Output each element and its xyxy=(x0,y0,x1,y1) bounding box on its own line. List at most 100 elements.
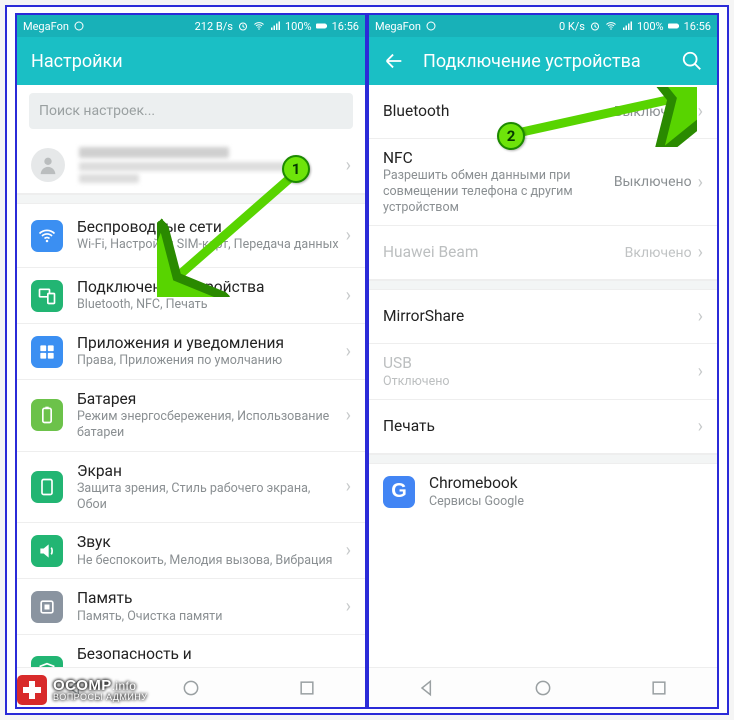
row-title: Экран xyxy=(77,462,342,481)
nav-recent-icon[interactable] xyxy=(649,678,669,698)
status-bar-right: MegaFon 0 K/s 100% 16:56 xyxy=(369,15,717,37)
chevron-right-icon: › xyxy=(346,155,351,176)
nav-home-icon[interactable] xyxy=(533,678,553,698)
row-title: USB xyxy=(383,354,694,373)
row-subtitle: Отключено xyxy=(383,374,694,390)
status-bar-left: MegaFon 212 B/s 100% 16:56 xyxy=(17,15,365,37)
chevron-right-icon: › xyxy=(698,416,703,437)
carrier-ring-icon xyxy=(73,20,85,32)
clock: 16:56 xyxy=(684,20,711,33)
nav-back-icon[interactable] xyxy=(417,678,437,698)
row-bluetooth[interactable]: Bluetooth Выключено › xyxy=(369,85,717,139)
settings-row-display[interactable]: Экран Защита зрения, Стиль рабочего экра… xyxy=(17,452,365,524)
account-sub-blurred-2 xyxy=(79,174,139,183)
data-speed: 0 K/s xyxy=(559,20,585,33)
nav-recent-icon[interactable] xyxy=(297,678,317,698)
appbar-right: Подключение устройства xyxy=(369,37,717,85)
chevron-right-icon: › xyxy=(698,306,703,327)
battery-pct: 100% xyxy=(285,20,312,33)
account-row[interactable]: › xyxy=(17,137,365,194)
settings-list: › Беспроводные сети Wi-Fi, Настройки SIM… xyxy=(17,137,365,709)
navbar-right xyxy=(369,667,717,707)
device-connection-icon xyxy=(31,280,63,312)
apps-icon xyxy=(31,336,63,368)
chevron-right-icon: › xyxy=(346,225,351,246)
wifi-icon xyxy=(605,20,617,32)
page-title: Настройки xyxy=(31,51,351,72)
chevron-right-icon: › xyxy=(698,101,703,122)
alarm-icon xyxy=(237,20,249,32)
row-huawei-beam: Huawei Beam Включено › xyxy=(369,226,717,280)
row-nfc[interactable]: NFC Разрешить обмен данными при совмещен… xyxy=(369,139,717,226)
appbar-left: Настройки xyxy=(17,37,365,85)
row-title: Chromebook xyxy=(429,474,703,493)
chevron-right-icon: › xyxy=(698,172,703,193)
wifi-icon xyxy=(31,220,63,252)
row-value: Включено xyxy=(625,245,692,261)
row-subtitle: Режим энергосбережения, Использование ба… xyxy=(77,409,342,440)
chevron-right-icon: › xyxy=(346,540,351,561)
row-print[interactable]: Печать › xyxy=(369,400,717,454)
data-speed: 212 B/s xyxy=(195,20,233,33)
watermark: OCOMP.info ВОПРОСЫ АДМИНУ xyxy=(17,675,148,705)
device-connection-list: Bluetooth Выключено › NFC Разрешить обме… xyxy=(369,85,717,519)
row-subtitle: Разрешить обмен данными при совмещении т… xyxy=(383,168,614,215)
row-title: Беспроводные сети xyxy=(77,218,342,237)
battery-icon xyxy=(31,399,63,431)
battery-icon xyxy=(668,20,680,32)
chromebook-icon: G xyxy=(383,476,415,508)
signal-icon xyxy=(269,20,281,32)
annotation-badge-1: 1 xyxy=(282,155,310,183)
row-title: Звук xyxy=(77,533,342,552)
battery-pct: 100% xyxy=(637,20,664,33)
watermark-domain: .info xyxy=(112,679,137,693)
row-title: Huawei Beam xyxy=(383,243,625,262)
clock: 16:56 xyxy=(332,20,359,33)
carrier-ring-icon xyxy=(425,20,437,32)
wifi-icon xyxy=(253,20,265,32)
nav-home-icon[interactable] xyxy=(181,678,201,698)
row-subtitle: Защита зрения, Стиль рабочего экрана, Об… xyxy=(77,481,342,512)
search-input[interactable]: Поиск настроек... xyxy=(29,93,353,129)
row-value: Выключено xyxy=(614,104,692,120)
settings-row-sound[interactable]: Звук Не беспокоить, Мелодия вызова, Вибр… xyxy=(17,523,365,579)
row-title: NFC xyxy=(383,149,614,168)
chevron-right-icon: › xyxy=(698,361,703,382)
account-sub-blurred xyxy=(79,162,289,171)
chevron-right-icon: › xyxy=(346,341,351,362)
row-mirrorshare[interactable]: MirrorShare › xyxy=(369,290,717,344)
chevron-right-icon: › xyxy=(346,596,351,617)
settings-row-apps[interactable]: Приложения и уведомления Права, Приложен… xyxy=(17,324,365,380)
search-placeholder: Поиск настроек... xyxy=(39,103,155,119)
row-subtitle: Bluetooth, NFC, Печать xyxy=(77,297,342,313)
settings-row-wireless[interactable]: Беспроводные сети Wi-Fi, Настройки SIM-к… xyxy=(17,204,365,268)
annotation-badge-2: 2 xyxy=(497,122,525,150)
account-email-blurred xyxy=(79,147,229,158)
row-subtitle: Не беспокоить, Мелодия вызова, Вибрация xyxy=(77,553,342,569)
back-arrow-icon[interactable] xyxy=(383,50,405,72)
row-subtitle: Права, Приложения по умолчанию xyxy=(77,353,342,369)
page-container: MegaFon 212 B/s 100% 16:56 Настройки Пои… xyxy=(5,5,729,715)
row-title: Подключение устройства xyxy=(77,278,342,297)
row-title: Bluetooth xyxy=(383,102,614,121)
search-icon[interactable] xyxy=(681,50,703,72)
watermark-subtitle: ВОПРОСЫ АДМИНУ xyxy=(53,693,148,702)
row-subtitle: Сервисы Google xyxy=(429,494,703,510)
right-phone: MegaFon 0 K/s 100% 16:56 Подключение уст… xyxy=(367,13,719,709)
row-value: Выключено xyxy=(614,174,692,190)
row-chromebook[interactable]: G Chromebook Сервисы Google xyxy=(369,464,717,519)
row-subtitle: Wi-Fi, Настройки SIM-карт, Передача данн… xyxy=(77,237,342,253)
settings-row-device-connection[interactable]: Подключение устройства Bluetooth, NFC, П… xyxy=(17,268,365,324)
settings-row-battery[interactable]: Батарея Режим энергосбережения, Использо… xyxy=(17,380,365,452)
battery-icon xyxy=(316,20,328,32)
chevron-right-icon: › xyxy=(346,405,351,426)
signal-icon xyxy=(621,20,633,32)
divider xyxy=(369,280,717,290)
page-title: Подключение устройства xyxy=(423,51,663,72)
divider xyxy=(369,454,717,464)
settings-row-memory[interactable]: Память Память, Очистка памяти › xyxy=(17,579,365,635)
watermark-logo-icon xyxy=(17,675,47,705)
sound-icon xyxy=(31,535,63,567)
row-title: Приложения и уведомления xyxy=(77,334,342,353)
row-usb: USB Отключено › xyxy=(369,344,717,400)
